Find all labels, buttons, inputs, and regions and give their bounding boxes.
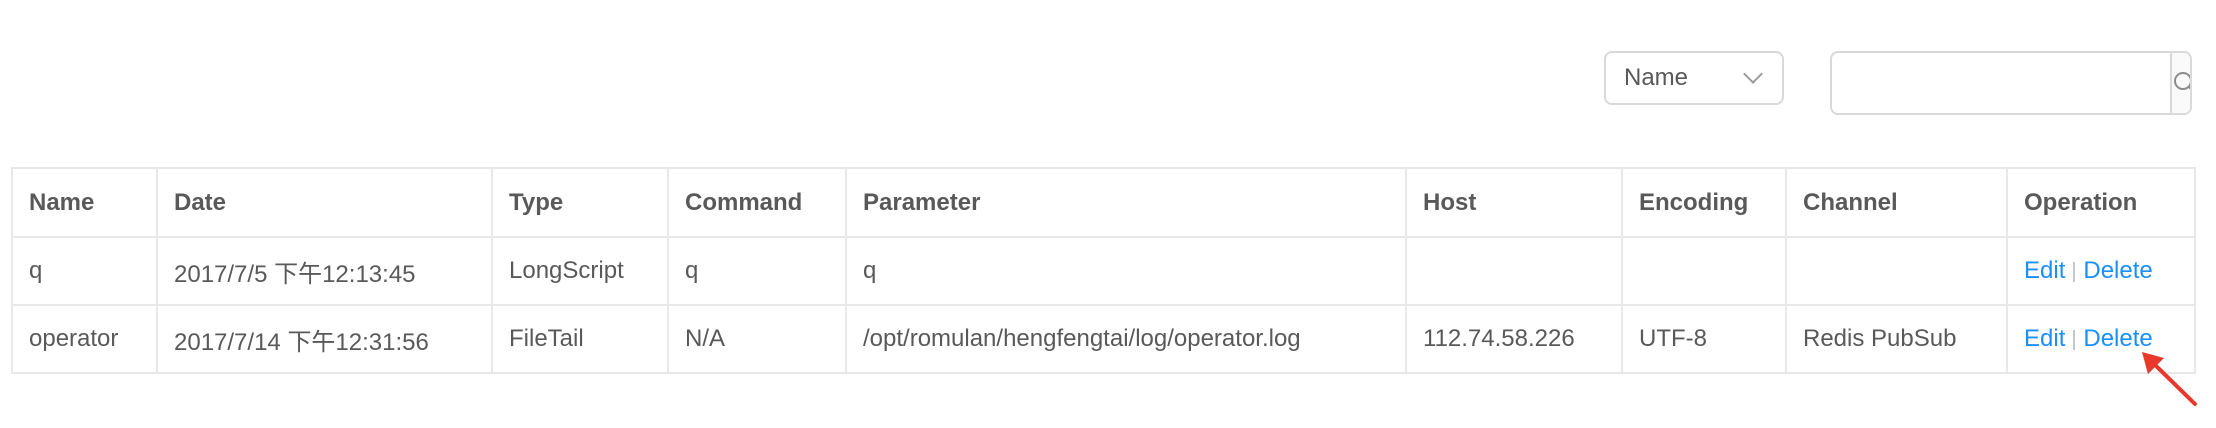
cell-name: operator [11,304,158,374]
cell-encoding [1621,236,1787,306]
edit-link[interactable]: Edit [2024,325,2065,352]
cell-parameter: q [845,236,1407,306]
operation-divider [2073,261,2076,282]
delete-link[interactable]: Delete [2083,325,2152,352]
column-header-date: Date [156,167,493,238]
column-header-command: Command [667,167,847,238]
search-box [1830,51,2192,115]
column-header-type: Type [491,167,669,238]
cell-operation: Edit Delete [2006,236,2196,306]
cell-command: q [667,236,847,306]
table-row: q 2017/7/5 下午12:13:45 LongScript q q Edi… [11,236,2196,306]
cell-host [1405,236,1623,306]
red-arrow-icon [2142,352,2197,406]
column-header-channel: Channel [1785,167,2008,238]
operation-divider [2073,329,2076,350]
table-row: operator 2017/7/14 下午12:31:56 FileTail N… [11,304,2196,374]
cell-type: LongScript [491,236,669,306]
cell-channel [1785,236,2008,306]
edit-link[interactable]: Edit [2024,257,2065,284]
cell-date: 2017/7/14 下午12:31:56 [156,304,493,374]
cell-date: 2017/7/5 下午12:13:45 [156,236,493,306]
cell-name: q [11,236,158,306]
column-header-name: Name [11,167,158,238]
search-icon [2174,72,2190,90]
cell-encoding: UTF-8 [1621,304,1787,374]
chevron-down-icon [1743,64,1763,84]
cell-command: N/A [667,304,847,374]
data-table: Name Date Type Command Parameter Host En… [11,167,2196,374]
cell-type: FileTail [491,304,669,374]
cell-host: 112.74.58.226 [1405,304,1623,374]
cell-parameter: /opt/romulan/hengfengtai/log/operator.lo… [845,304,1407,374]
table-header-row: Name Date Type Command Parameter Host En… [11,167,2196,238]
column-header-encoding: Encoding [1621,167,1787,238]
filter-field-value: Name [1624,64,1689,91]
delete-link[interactable]: Delete [2083,257,2152,284]
column-header-parameter: Parameter [845,167,1407,238]
search-input[interactable] [1832,53,2170,113]
filter-field-select[interactable]: Name [1604,51,1784,105]
search-button[interactable] [2170,53,2190,113]
column-header-operation: Operation [2006,167,2196,238]
cell-channel: Redis PubSub [1785,304,2008,374]
column-header-host: Host [1405,167,1623,238]
